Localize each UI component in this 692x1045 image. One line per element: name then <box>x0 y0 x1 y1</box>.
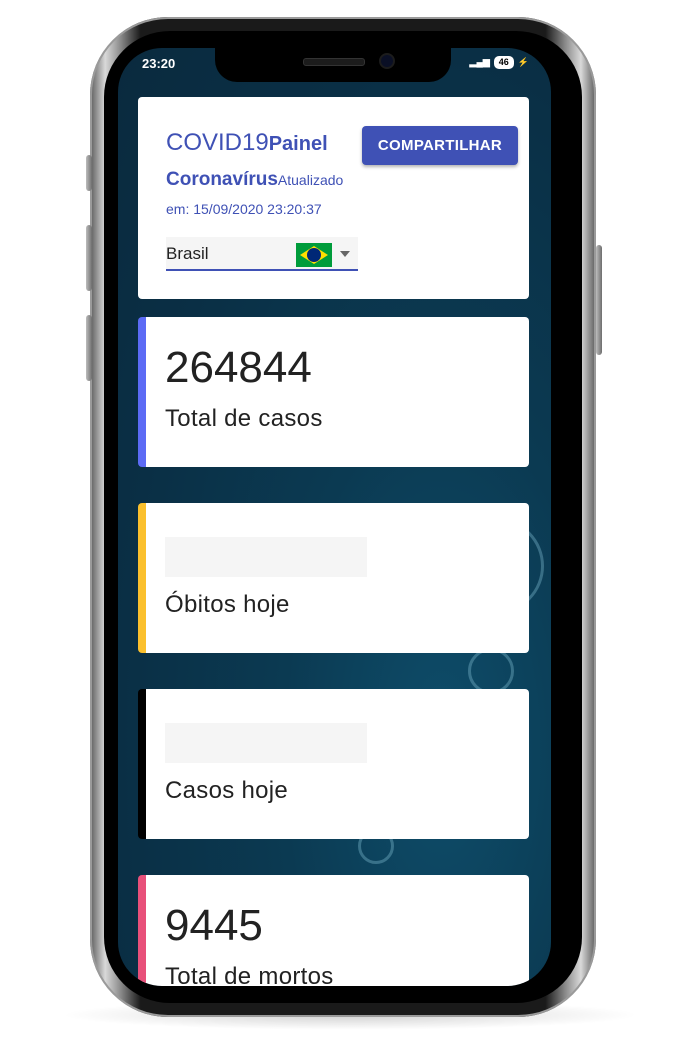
updated-date: em: 15/09/2020 23:20:37 <box>166 201 322 217</box>
subtitle-text: Coronavírus <box>166 169 278 190</box>
volume-up-button <box>86 225 92 291</box>
status-time: 23:20 <box>142 56 176 71</box>
updated-label: Atualizado <box>277 172 344 188</box>
stat-value-placeholder <box>165 537 367 577</box>
stat-value-placeholder <box>165 723 367 763</box>
speaker <box>303 58 365 66</box>
stat-label: Total de casos <box>165 405 323 432</box>
mute-switch <box>86 155 92 191</box>
volume-down-button <box>86 315 92 381</box>
dropdown-arrow-icon[interactable] <box>340 251 350 257</box>
stat-value: 9445 <box>165 901 263 950</box>
power-button <box>596 245 602 355</box>
app-title: COVID19Painel <box>166 129 328 157</box>
title-main: COVID19 <box>166 129 269 156</box>
share-button[interactable]: COMPARTILHAR <box>362 126 518 165</box>
screen: 23:20 ▂▄▆ 46 ⚡ COVID19Painel Coronavírus… <box>118 48 551 986</box>
stat-label: Total de mortos <box>165 963 334 986</box>
stat-card-cases-today: Casos hoje <box>138 689 529 839</box>
notch <box>215 48 451 82</box>
stat-card-total-cases: 264844 Total de casos <box>138 317 529 467</box>
signal-icon: ▂▄▆ <box>469 57 490 67</box>
stat-label: Óbitos hoje <box>165 591 290 618</box>
stat-value: 264844 <box>165 343 312 392</box>
brazil-flag-icon <box>296 243 332 267</box>
stat-card-total-deaths: 9445 Total de mortos <box>138 875 529 986</box>
stat-label: Casos hoje <box>165 777 289 804</box>
charging-icon: ⚡ <box>517 57 529 67</box>
camera <box>379 53 395 69</box>
virus-decoration <box>468 648 514 694</box>
country-value: Brasil <box>166 244 209 263</box>
title-small: Painel <box>268 133 328 155</box>
app-subtitle: CoronavírusAtualizado <box>166 169 343 191</box>
battery-icon: 46 <box>493 56 514 69</box>
stat-card-deaths-today: Óbitos hoje <box>138 503 529 653</box>
country-select[interactable]: Brasil <box>166 237 358 271</box>
header-card: COVID19Painel CoronavírusAtualizado em: … <box>138 97 529 299</box>
